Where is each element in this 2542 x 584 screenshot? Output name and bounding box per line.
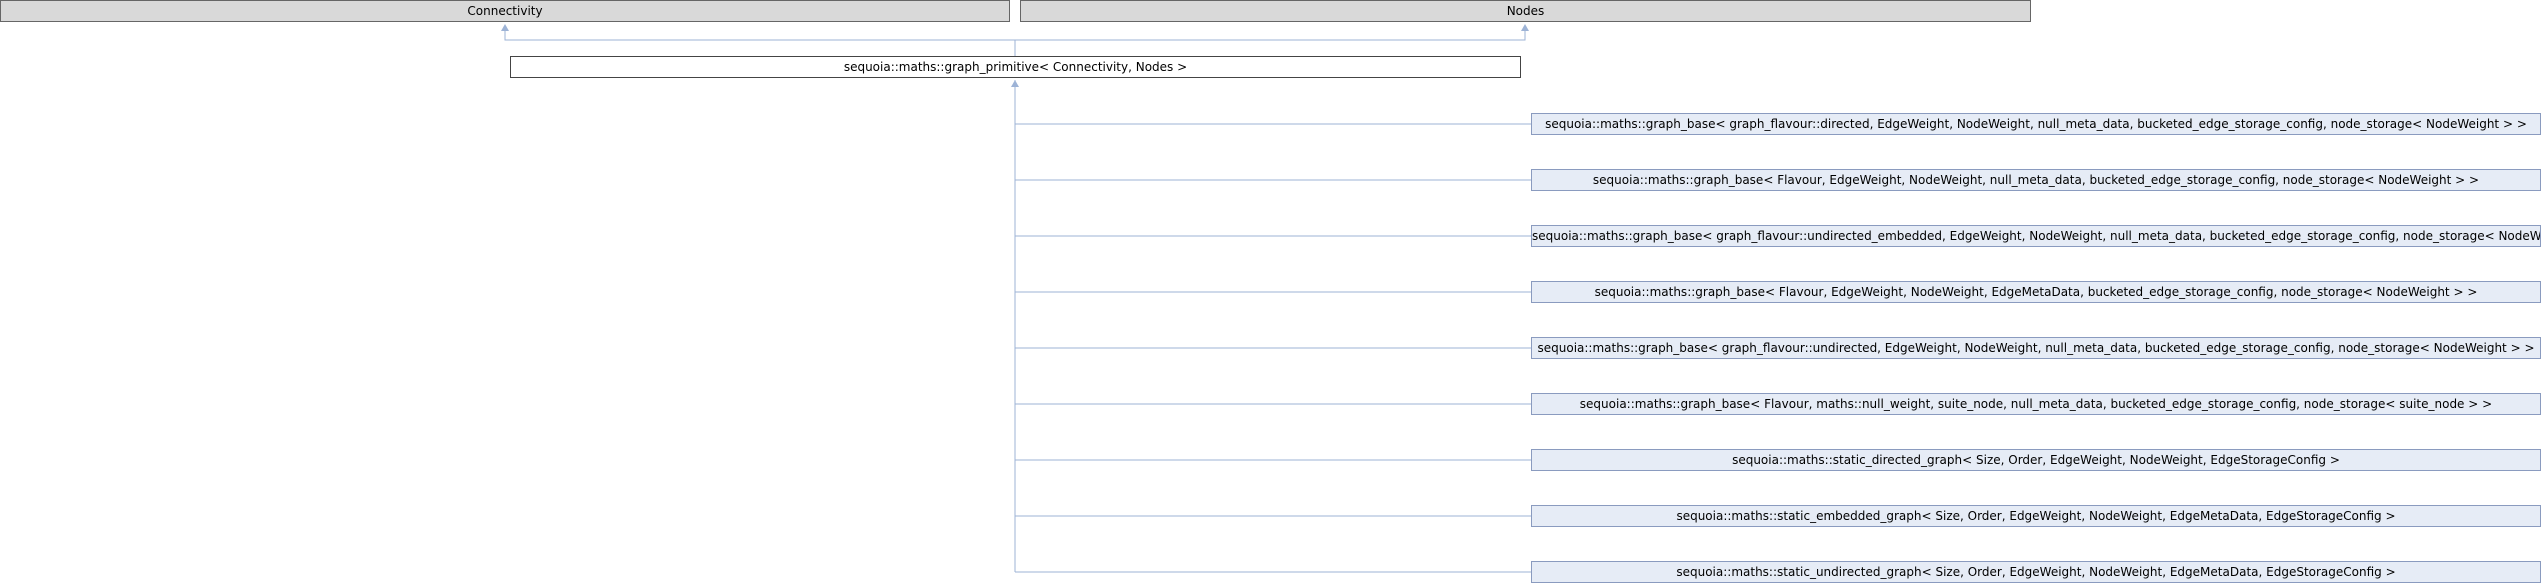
class-graph-base-undirected[interactable]: sequoia::maths::graph_base< graph_flavou… — [1531, 337, 2541, 359]
class-graph-base-undirected-embedded[interactable]: sequoia::maths::graph_base< graph_flavou… — [1531, 225, 2541, 247]
arrowhead-nodes — [1521, 24, 1529, 31]
class-graph-base-suite-node[interactable]: sequoia::maths::graph_base< Flavour, mat… — [1531, 393, 2541, 415]
arrowhead-connectivity — [501, 24, 509, 31]
class-graph-base-flavour[interactable]: sequoia::maths::graph_base< Flavour, Edg… — [1531, 169, 2541, 191]
class-graph-primitive[interactable]: sequoia::maths::graph_primitive< Connect… — [510, 56, 1521, 78]
class-nodes[interactable]: Nodes — [1020, 0, 2031, 22]
arrowhead-focus — [1011, 80, 1019, 87]
edge-focus-to-nodes — [1015, 26, 1526, 41]
class-connectivity[interactable]: Connectivity — [0, 0, 1010, 22]
class-static-undirected-graph[interactable]: sequoia::maths::static_undirected_graph<… — [1531, 561, 2541, 583]
class-graph-base-directed[interactable]: sequoia::maths::graph_base< graph_flavou… — [1531, 113, 2541, 135]
edge-focus-to-connectivity — [504, 26, 1016, 56]
class-graph-base-flavour-edge-meta[interactable]: sequoia::maths::graph_base< Flavour, Edg… — [1531, 281, 2541, 303]
class-static-directed-graph[interactable]: sequoia::maths::static_directed_graph< S… — [1531, 449, 2541, 471]
class-static-embedded-graph[interactable]: sequoia::maths::static_embedded_graph< S… — [1531, 505, 2541, 527]
